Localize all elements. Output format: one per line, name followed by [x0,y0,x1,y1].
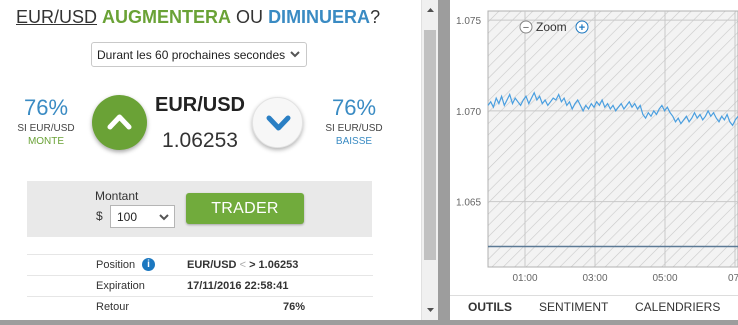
up-percent: 76% [23,95,69,120]
x-tick-label: 07: [728,273,738,284]
chevron-down-icon [159,214,169,221]
amount-section: Montant $ 100 TRADER [27,181,372,237]
up-direction-label: MONTE [27,136,65,147]
x-tick-label: 03:00 [582,273,607,284]
chevron-down-icon [290,51,300,58]
headline-up-word: AUGMENTERA [102,7,232,27]
position-strike: > 1.06253 [249,259,299,271]
tab-calendriers[interactable]: CALENDRIERS [635,300,720,314]
amount-label: Montant [95,189,139,203]
x-tick-label: 05:00 [652,273,677,284]
y-tick-label: 1.070 [456,107,481,118]
headline-down-word: DIMINUERA [268,7,371,27]
headline-pair: EUR/USD [16,7,98,27]
x-tick-label: 01:00 [512,273,537,284]
y-tick-label: 1.065 [456,198,481,209]
y-axis: 1.075 1.070 1.065 [456,16,481,209]
info-row-position: Position i EUR/USD < > 1.06253 [27,254,373,275]
panel-divider [438,0,450,325]
put-down-button[interactable] [252,97,303,148]
tab-outils[interactable]: OUTILS [468,300,512,314]
amount-dropdown[interactable]: 100 [110,205,175,228]
duration-value: Durant les 60 prochaines secondes [97,48,286,62]
zoom-control: − Zoom + [519,20,589,34]
trade-question: EUR/USD AUGMENTERA OU DIMINUERA? [16,7,380,28]
return-value: 76% [282,301,305,313]
chart-panel: 1.075 1.070 1.065 01:00 03:00 05:00 07: − Zoo… [450,3,738,320]
scroll-thumb[interactable] [424,30,436,260]
amount-value: 100 [117,210,138,224]
info-row-return: Retour 76% [27,296,373,317]
bottom-border [0,320,738,325]
scroll-up-arrow-icon[interactable] [422,2,439,18]
down-payout-block: 76% SI EUR/USD BAISSE [319,95,389,148]
trade-button[interactable]: TRADER [186,193,304,224]
return-label: Retour [96,301,130,313]
trade-info-table: Position i EUR/USD < > 1.06253 Expiratio… [27,254,373,317]
info-row-expiration: Expiration 17/11/2016 22:58:41 [27,275,373,296]
scroll-down-arrow-icon[interactable] [422,302,439,318]
asset-pair: EUR/USD [154,94,245,116]
arrow-up-icon [107,114,132,130]
arrow-down-icon [266,115,291,131]
zoom-in-symbol: + [579,22,585,34]
price-chart: 1.075 1.070 1.065 01:00 03:00 05:00 07: − Zoo… [456,10,738,284]
down-direction-label: BAISSE [335,136,373,147]
zoom-out-symbol: − [523,22,529,34]
chart-tabs: OUTILS SENTIMENT CALENDRIERS [450,295,738,320]
vertical-scrollbar[interactable] [421,0,438,325]
down-percent: 76% [331,95,377,120]
currency-symbol: $ [96,209,103,223]
down-si-label: SI EUR/USD [325,123,383,134]
info-icon[interactable]: i [142,258,155,271]
expiration-label: Expiration [96,280,145,292]
position-arrow: < [239,259,247,271]
y-tick-label: 1.075 [456,16,481,27]
call-up-button[interactable] [92,95,147,150]
expiration-value: 17/11/2016 22:58:41 [187,280,289,292]
zoom-label: Zoom [536,20,567,34]
headline-or-word: OU [236,7,264,27]
tab-sentiment[interactable]: SENTIMENT [539,300,608,314]
x-axis: 01:00 03:00 05:00 07: [512,273,738,284]
up-payout-block: 76% SI EUR/USD MONTE [11,95,81,148]
duration-dropdown[interactable]: Durant les 60 prochaines secondes [91,42,307,67]
headline-question-mark: ? [370,7,381,27]
position-value: EUR/USD < > 1.06253 [187,259,298,271]
position-label: Position [96,259,136,271]
asset-price: 1.06253 [162,129,238,152]
trade-panel: EUR/USD AUGMENTERA OU DIMINUERA? Durant … [0,0,438,325]
up-si-label: SI EUR/USD [17,123,75,134]
position-pair: EUR/USD [187,259,237,271]
